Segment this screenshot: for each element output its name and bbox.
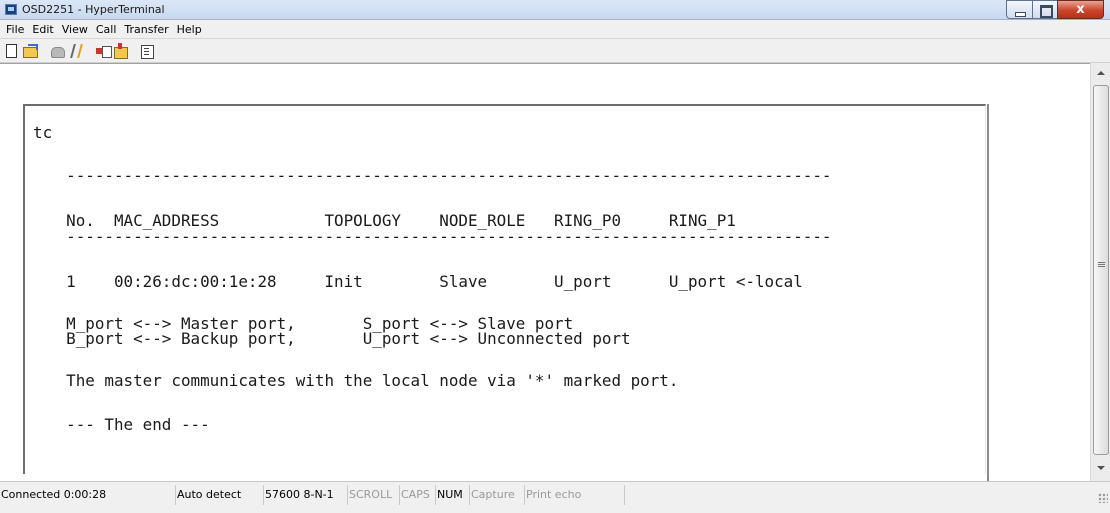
scroll-up-icon[interactable] bbox=[1093, 66, 1109, 82]
terminal-line-master-note: The master communicates with the local n… bbox=[47, 371, 679, 390]
status-caps: CAPS bbox=[400, 485, 436, 505]
send-icon[interactable] bbox=[95, 43, 112, 59]
receive-icon[interactable] bbox=[112, 43, 128, 59]
terminal-line-separator-top: ----------------------------------------… bbox=[47, 166, 832, 185]
scroll-thumb[interactable] bbox=[1093, 85, 1109, 455]
status-capture: Capture bbox=[470, 485, 525, 505]
status-detect: Auto detect bbox=[176, 485, 264, 505]
maximize-button[interactable] bbox=[1032, 0, 1057, 19]
menu-edit[interactable]: Edit bbox=[28, 21, 57, 38]
status-bar: Connected 0:00:28 Auto detect 57600 8-N-… bbox=[0, 481, 1110, 513]
terminal-output[interactable]: tc -------------------------------------… bbox=[33, 64, 832, 433]
minimize-button[interactable] bbox=[1006, 0, 1032, 19]
status-settings: 57600 8-N-1 bbox=[264, 485, 348, 505]
menu-file[interactable]: File bbox=[2, 21, 28, 38]
status-num: NUM bbox=[436, 485, 470, 505]
open-icon[interactable] bbox=[22, 43, 38, 59]
menu-bar: File Edit View Call Transfer Help bbox=[0, 20, 1110, 39]
terminal-line-end: --- The end --- bbox=[47, 415, 210, 434]
phone-icon[interactable] bbox=[49, 43, 65, 59]
app-icon[interactable] bbox=[5, 4, 17, 15]
terminal-line-command: tc bbox=[33, 123, 53, 142]
grip-icon bbox=[1098, 262, 1105, 263]
window-title: OSD2251 - HyperTerminal bbox=[22, 3, 165, 16]
terminal-right-edge bbox=[987, 104, 989, 482]
properties-icon[interactable] bbox=[139, 43, 155, 59]
close-icon: x bbox=[1076, 2, 1085, 17]
disconnect-icon[interactable] bbox=[67, 43, 83, 59]
status-panels: Connected 0:00:28 Auto detect 57600 8-N-… bbox=[0, 485, 625, 505]
vertical-scrollbar[interactable] bbox=[1090, 63, 1110, 481]
status-scroll: SCROLL bbox=[348, 485, 400, 505]
resize-grip-icon[interactable] bbox=[1098, 493, 1108, 503]
title-bar[interactable]: OSD2251 - HyperTerminal x bbox=[0, 0, 1110, 20]
menu-call[interactable]: Call bbox=[92, 21, 121, 38]
terminal-line-separator-bottom: ----------------------------------------… bbox=[47, 227, 832, 246]
terminal-area[interactable]: tc -------------------------------------… bbox=[0, 63, 1110, 482]
caption-buttons: x bbox=[1006, 0, 1104, 19]
new-icon[interactable] bbox=[3, 43, 19, 59]
scroll-down-icon[interactable] bbox=[1093, 460, 1109, 476]
menu-view[interactable]: View bbox=[58, 21, 92, 38]
terminal-line-legend-2: B_port <--> Backup port, U_port <--> Unc… bbox=[47, 329, 631, 348]
menu-transfer[interactable]: Transfer bbox=[120, 21, 172, 38]
status-print-echo: Print echo bbox=[525, 485, 625, 505]
menu-help[interactable]: Help bbox=[173, 21, 206, 38]
status-connected: Connected 0:00:28 bbox=[0, 485, 176, 505]
toolbar bbox=[0, 39, 1110, 63]
terminal-line-node: 1 00:26:dc:00:1e:28 Init Slave U_port U_… bbox=[47, 272, 803, 291]
hyperterminal-window: OSD2251 - HyperTerminal x File Edit View… bbox=[0, 0, 1110, 513]
close-button[interactable]: x bbox=[1057, 0, 1104, 19]
